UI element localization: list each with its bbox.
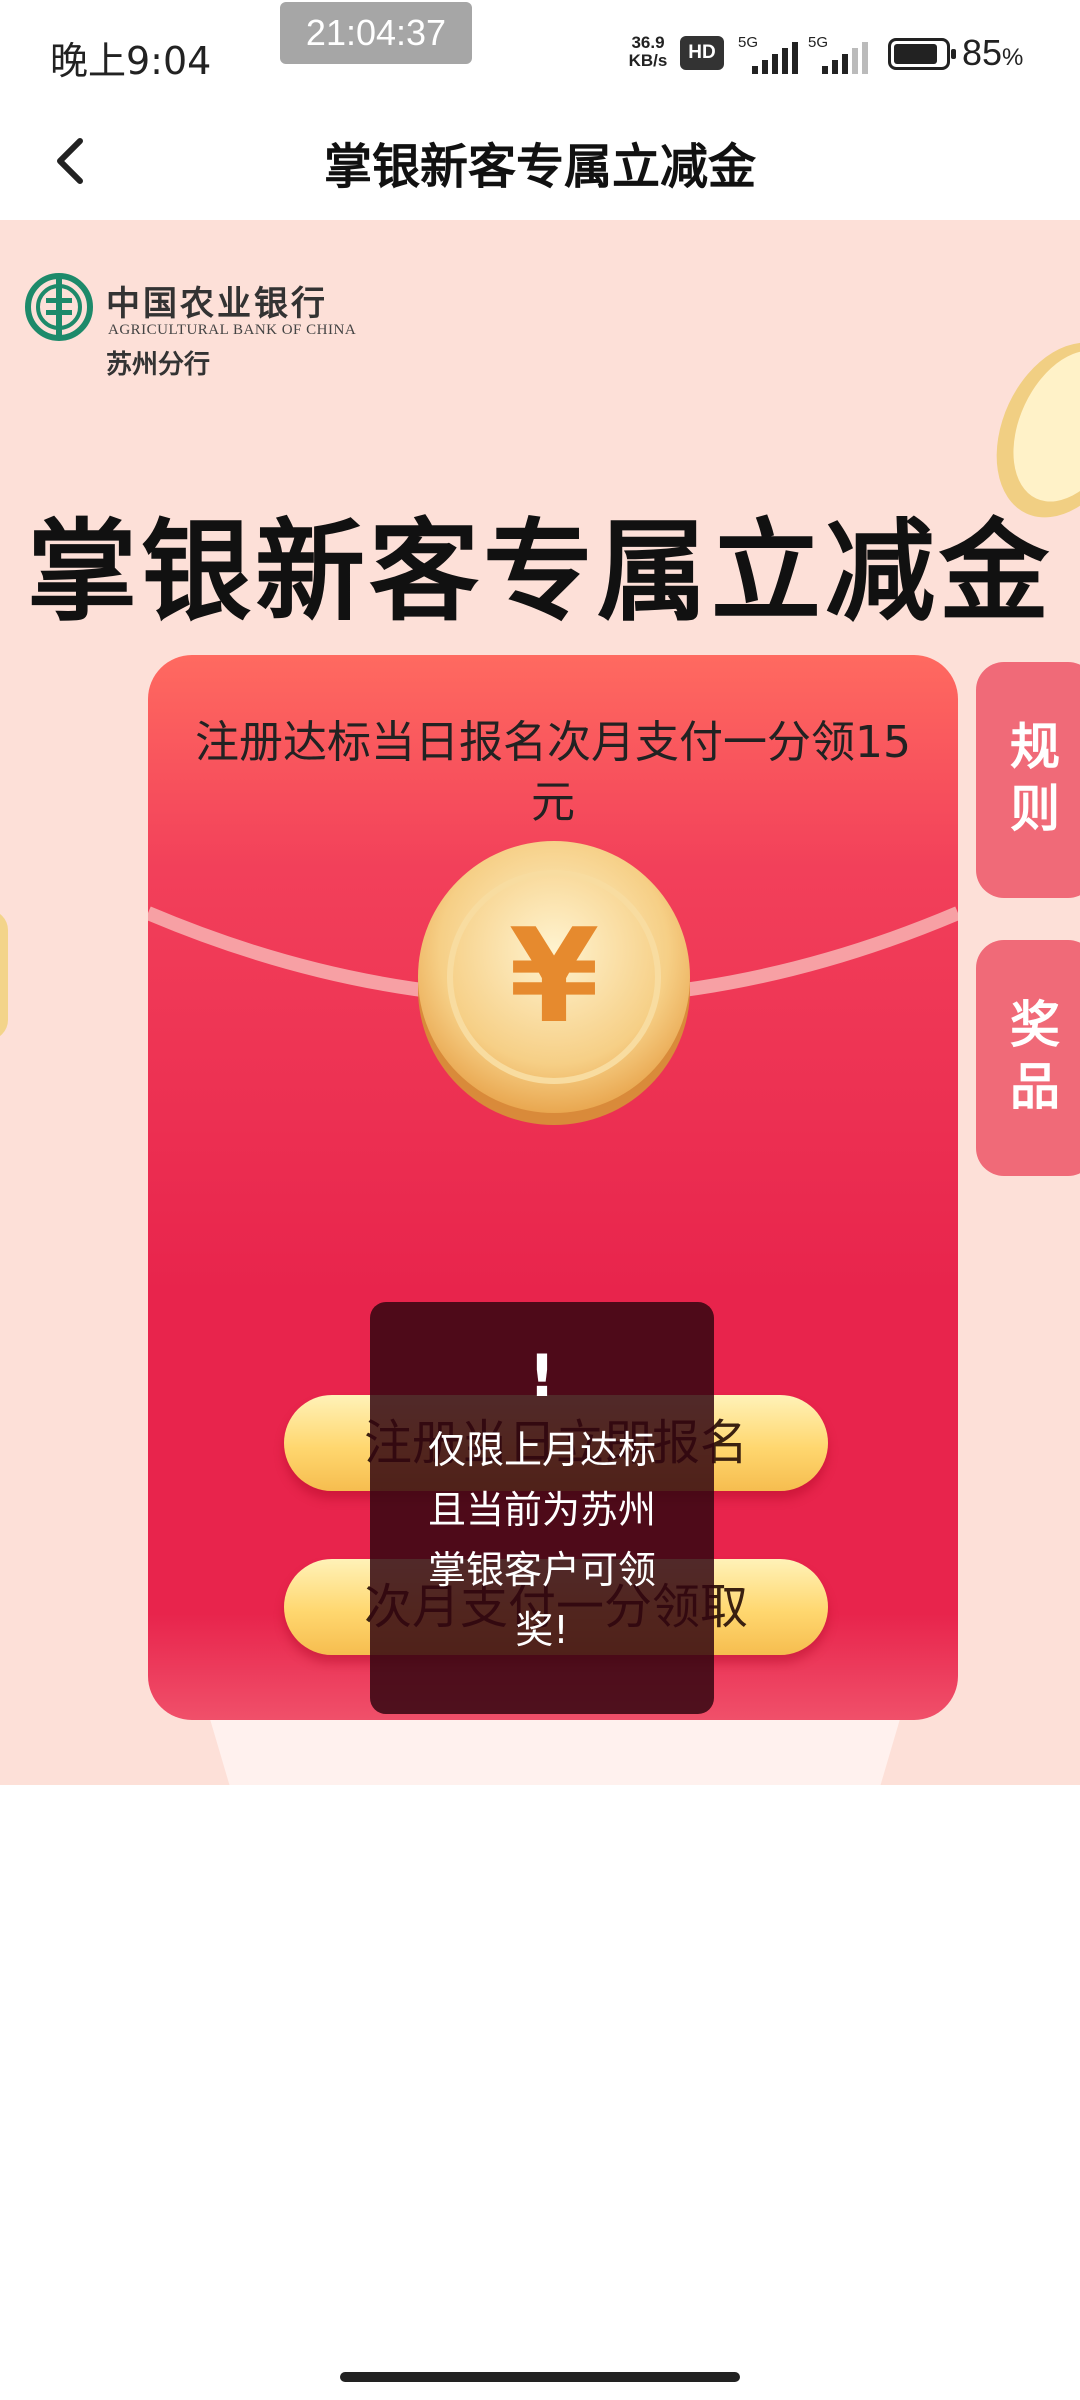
rules-tab[interactable]: 规则 [976, 662, 1080, 898]
bank-name-cn: 中国农业银行 [106, 284, 328, 324]
prizes-tab-label: 奖品 [1010, 996, 1060, 1116]
coin-decoration-left [0, 910, 8, 1040]
envelope-caption: 注册达标当日报名次月支付一分领15元 [195, 717, 911, 828]
hd-icon: HD [680, 36, 724, 70]
toast-text: 仅限上月达标且当前为苏州掌银客户可领奖! [427, 1428, 656, 1652]
prizes-tab[interactable]: 奖品 [976, 940, 1080, 1176]
home-indicator[interactable] [340, 2372, 740, 2382]
signal-icon-2: 5G [808, 34, 878, 74]
status-time: 晚上9:04 [50, 39, 212, 83]
yuan-coin-icon: ¥ [418, 841, 690, 1125]
status-bar: 晚上9:04 21:04:37 36.9 KB/s HD 5G 5G 85% [0, 0, 1080, 105]
promo-banner: 中国农业银行 AGRICULTURAL BANK OF CHINA 苏州分行 掌… [0, 220, 1080, 1785]
bank-name-en: AGRICULTURAL BANK OF CHINA [108, 322, 357, 338]
page-title: 掌银新客专属立减金 [323, 139, 756, 195]
hero-title: 掌银新客专属立减金 [27, 508, 1053, 636]
rules-tab-label: 规则 [1010, 718, 1060, 838]
clock-badge: 21:04:37 [280, 2, 472, 64]
battery-icon [888, 38, 956, 70]
network-speed: 36.9 KB/s [620, 34, 676, 70]
network-speed-value: 36.9 [631, 33, 665, 52]
bank-logo: 中国农业银行 AGRICULTURAL BANK OF CHINA 苏州分行 [24, 272, 384, 392]
signal-icon: 5G [738, 34, 808, 74]
title-bar: 掌银新客专属立减金 [0, 105, 1080, 220]
toast-message: ! 仅限上月达标且当前为苏州掌银客户可领奖! [370, 1302, 714, 1714]
bank-branch: 苏州分行 [106, 350, 211, 380]
alert-icon: ! [528, 1342, 556, 1410]
abc-emblem-icon [25, 273, 93, 341]
coin-symbol: ¥ [509, 900, 599, 1052]
battery-percent: 85% [962, 32, 1024, 73]
network-speed-unit: KB/s [628, 51, 668, 70]
